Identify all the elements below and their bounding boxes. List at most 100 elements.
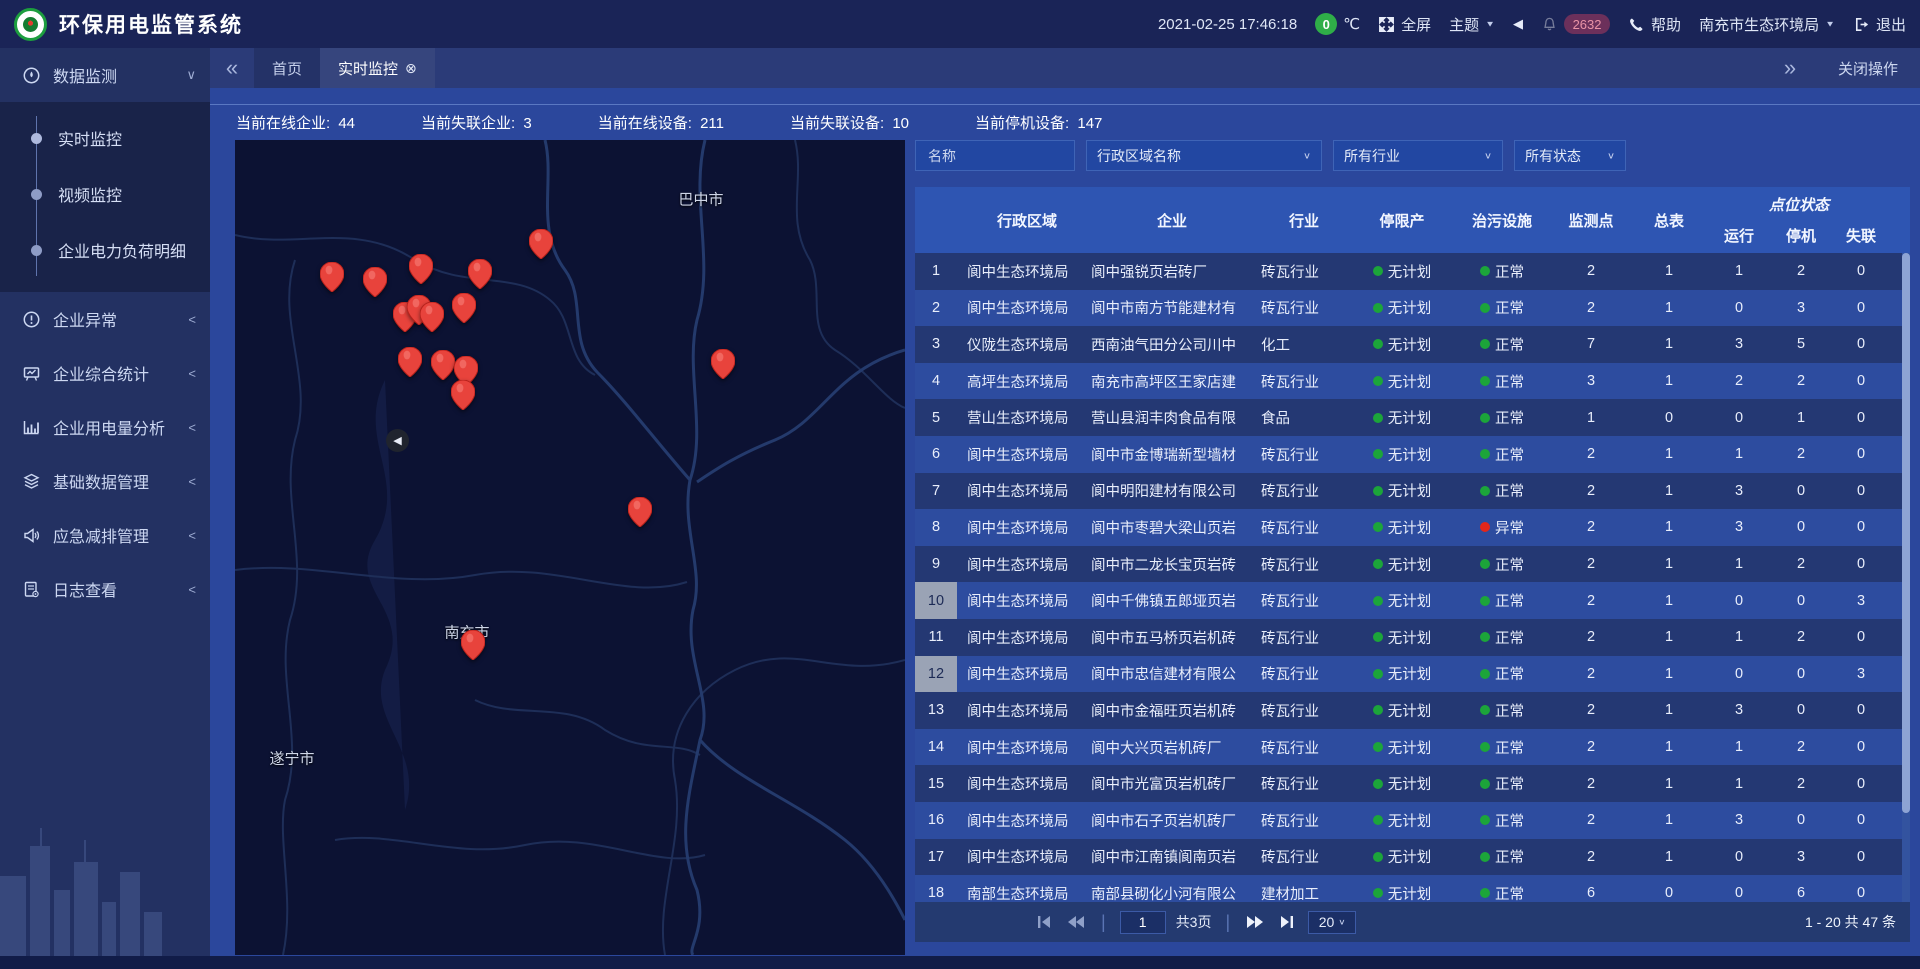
halt-count-cell: 2 (1771, 739, 1831, 755)
map-pin[interactable] (320, 262, 344, 292)
table-row[interactable]: 16阆中生态环境局阆中市石子页岩机砖厂砖瓦行业无计划正常21300 (915, 802, 1910, 839)
table-row[interactable]: 14阆中生态环境局阆中大兴页岩机砖厂砖瓦行业无计划正常21120 (915, 729, 1910, 766)
tabs-scroll-left-button[interactable]: « (210, 48, 254, 88)
map-pin[interactable] (409, 254, 433, 284)
prev-page-button[interactable] (1065, 912, 1087, 932)
table-row[interactable]: 15阆中生态环境局阆中市光富页岩机砖厂砖瓦行业无计划正常21120 (915, 765, 1910, 802)
next-page-button[interactable] (1244, 912, 1266, 932)
sidebar-item-2[interactable]: 企业异常< (0, 292, 210, 346)
company-cell: 阆中市金博瑞新型墙材 (1087, 444, 1257, 465)
halt-count-cell: 1 (1771, 410, 1831, 426)
lost-count-cell: 0 (1831, 263, 1891, 279)
table-row[interactable]: 3仪陇生态环境局西南油气田分公司川中化工无计划正常71350 (915, 326, 1910, 363)
sidebar-subitem[interactable]: 实时监控 (0, 110, 210, 166)
name-filter-input[interactable] (926, 147, 1064, 165)
sidebar-item-6[interactable]: 应急减排管理< (0, 508, 210, 562)
sidebar-item-4[interactable]: 企业用电量分析< (0, 400, 210, 454)
region-cell: 阆中生态环境局 (957, 773, 1087, 794)
sidebar-item-7[interactable]: 日志查看< (0, 562, 210, 616)
map-pin[interactable] (468, 259, 492, 289)
tabs-scroll-right-button[interactable]: » (1768, 55, 1812, 81)
table-row[interactable]: 10阆中生态环境局阆中千佛镇五郎垭页岩砖瓦行业无计划正常21003 (915, 582, 1910, 619)
sidebar-subitem[interactable]: 视频监控 (0, 166, 210, 222)
map-pin[interactable] (628, 497, 652, 527)
col-lost: 失联 (1831, 217, 1891, 253)
table-row[interactable]: 1阆中生态环境局阆中强锐页岩砖厂砖瓦行业无计划正常21120 (915, 253, 1910, 290)
stop-status-cell: 无计划 (1351, 517, 1453, 538)
fullscreen-button[interactable]: 全屏 (1378, 14, 1431, 35)
table-row[interactable]: 13阆中生态环境局阆中市金福旺页岩机砖砖瓦行业无计划正常21300 (915, 692, 1910, 729)
status-filter-select[interactable]: 所有状态 ∨ (1514, 140, 1626, 171)
organization-menu[interactable]: 南充市生态环境局 ▼ (1699, 14, 1835, 35)
tab-close-icon[interactable]: ⊗ (405, 60, 417, 77)
table-scrollbar-thumb[interactable] (1902, 253, 1910, 813)
logout-button[interactable]: 退出 (1853, 14, 1906, 35)
theme-menu[interactable]: 主题 ▼ (1449, 14, 1495, 35)
table-row[interactable]: 6阆中生态环境局阆中市金博瑞新型墙材砖瓦行业无计划正常21120 (915, 436, 1910, 473)
green-dot-icon (1373, 779, 1383, 789)
name-filter-field[interactable] (915, 140, 1075, 171)
map-panel[interactable]: 巴中市南充市遂宁市 (235, 140, 905, 955)
bullet-icon (31, 189, 42, 200)
facility-status-cell: 正常 (1453, 700, 1551, 721)
map-pin[interactable] (451, 380, 475, 410)
table-row[interactable]: 2阆中生态环境局阆中市南方节能建材有砖瓦行业无计划正常21030 (915, 290, 1910, 327)
close-operations-button[interactable]: 关闭操作 (1838, 58, 1898, 79)
region-filter-select[interactable]: 行政区域名称 ∨ (1086, 140, 1322, 171)
row-index-cell: 17 (915, 839, 957, 876)
table-row[interactable]: 9阆中生态环境局阆中市二龙长宝页岩砖砖瓦行业无计划正常21120 (915, 546, 1910, 583)
map-pin[interactable] (461, 630, 485, 660)
stop-status-cell: 无计划 (1351, 334, 1453, 355)
industry-filter-select[interactable]: 所有行业 ∨ (1333, 140, 1503, 171)
facility-status-cell: 正常 (1453, 773, 1551, 794)
facility-status-cell: 正常 (1453, 590, 1551, 611)
sidebar-collapse-button[interactable]: ◀ (386, 429, 409, 452)
table-row[interactable]: 7阆中生态环境局阆中明阳建材有限公司砖瓦行业无计划正常21300 (915, 473, 1910, 510)
industry-cell: 化工 (1257, 334, 1351, 355)
company-cell: 阆中明阳建材有限公司 (1087, 480, 1257, 501)
map-pin[interactable] (420, 302, 444, 332)
monitor-count-cell: 7 (1551, 336, 1631, 352)
status-stat: 当前失联企业: 3 (421, 112, 532, 133)
map-pin[interactable] (711, 349, 735, 379)
monitor-count-cell: 2 (1551, 556, 1631, 572)
stop-status-label: 无计划 (1388, 480, 1432, 501)
sidebar-item-label: 企业综合统计 (53, 361, 149, 385)
table-row[interactable]: 12阆中生态环境局阆中市忠信建材有限公砖瓦行业无计划正常21003 (915, 656, 1910, 693)
page-size-select[interactable]: 20 ∨ (1308, 911, 1356, 934)
map-pin[interactable] (431, 350, 455, 380)
monitor-count-cell: 2 (1551, 593, 1631, 609)
tab-实时监控[interactable]: 实时监控⊗ (320, 48, 435, 88)
fullscreen-icon (1378, 16, 1395, 33)
table-row[interactable]: 4高坪生态环境局南充市高坪区王家店建砖瓦行业无计划正常31220 (915, 363, 1910, 400)
region-cell: 阆中生态环境局 (957, 517, 1087, 538)
meter-count-cell: 1 (1631, 739, 1707, 755)
sidebar-item-1[interactable]: 数据监测∨ (0, 48, 210, 102)
col-index (915, 187, 957, 253)
stop-status-label: 无计划 (1388, 883, 1432, 902)
sidebar-item-5[interactable]: 基础数据管理< (0, 454, 210, 508)
table-row[interactable]: 11阆中生态环境局阆中市五马桥页岩机砖砖瓦行业无计划正常21120 (915, 619, 1910, 656)
map-pin[interactable] (398, 347, 422, 377)
table-row[interactable]: 8阆中生态环境局阆中市枣碧大梁山页岩砖瓦行业无计划异常21300 (915, 509, 1910, 546)
last-page-button[interactable] (1276, 912, 1298, 932)
industry-cell: 砖瓦行业 (1257, 554, 1351, 575)
map-pin[interactable] (363, 267, 387, 297)
help-button[interactable]: 帮助 (1628, 14, 1681, 35)
run-count-cell: 1 (1707, 446, 1771, 462)
sidebar-subitem[interactable]: 企业电力负荷明细 (0, 222, 210, 278)
notifications[interactable]: 2632 (1541, 14, 1610, 34)
tab-首页[interactable]: 首页 (254, 48, 320, 88)
map-pin[interactable] (529, 229, 553, 259)
table-row[interactable]: 18南部生态环境局南部县砌化小河有限公建材加工无计划正常60060 (915, 875, 1910, 902)
map-pin[interactable] (452, 293, 476, 323)
enterprise-table-panel: 行政区域名称 ∨ 所有行业 ∨ 所有状态 ∨ 行政区域 企业 行业 停限产 治污… (915, 140, 1910, 955)
audio-toggle[interactable]: ◀ (1513, 16, 1523, 32)
sidebar-item-3[interactable]: 企业综合统计< (0, 346, 210, 400)
meter-count-cell: 1 (1631, 629, 1707, 645)
table-row[interactable]: 17阆中生态环境局阆中市江南镇阆南页岩砖瓦行业无计划正常21030 (915, 839, 1910, 876)
page-number-input[interactable]: 1 (1120, 911, 1166, 934)
table-row[interactable]: 5营山生态环境局营山县润丰肉食品有限食品无计划正常10010 (915, 399, 1910, 436)
company-cell: 阆中市五马桥页岩机砖 (1087, 627, 1257, 648)
first-page-button[interactable] (1033, 912, 1055, 932)
